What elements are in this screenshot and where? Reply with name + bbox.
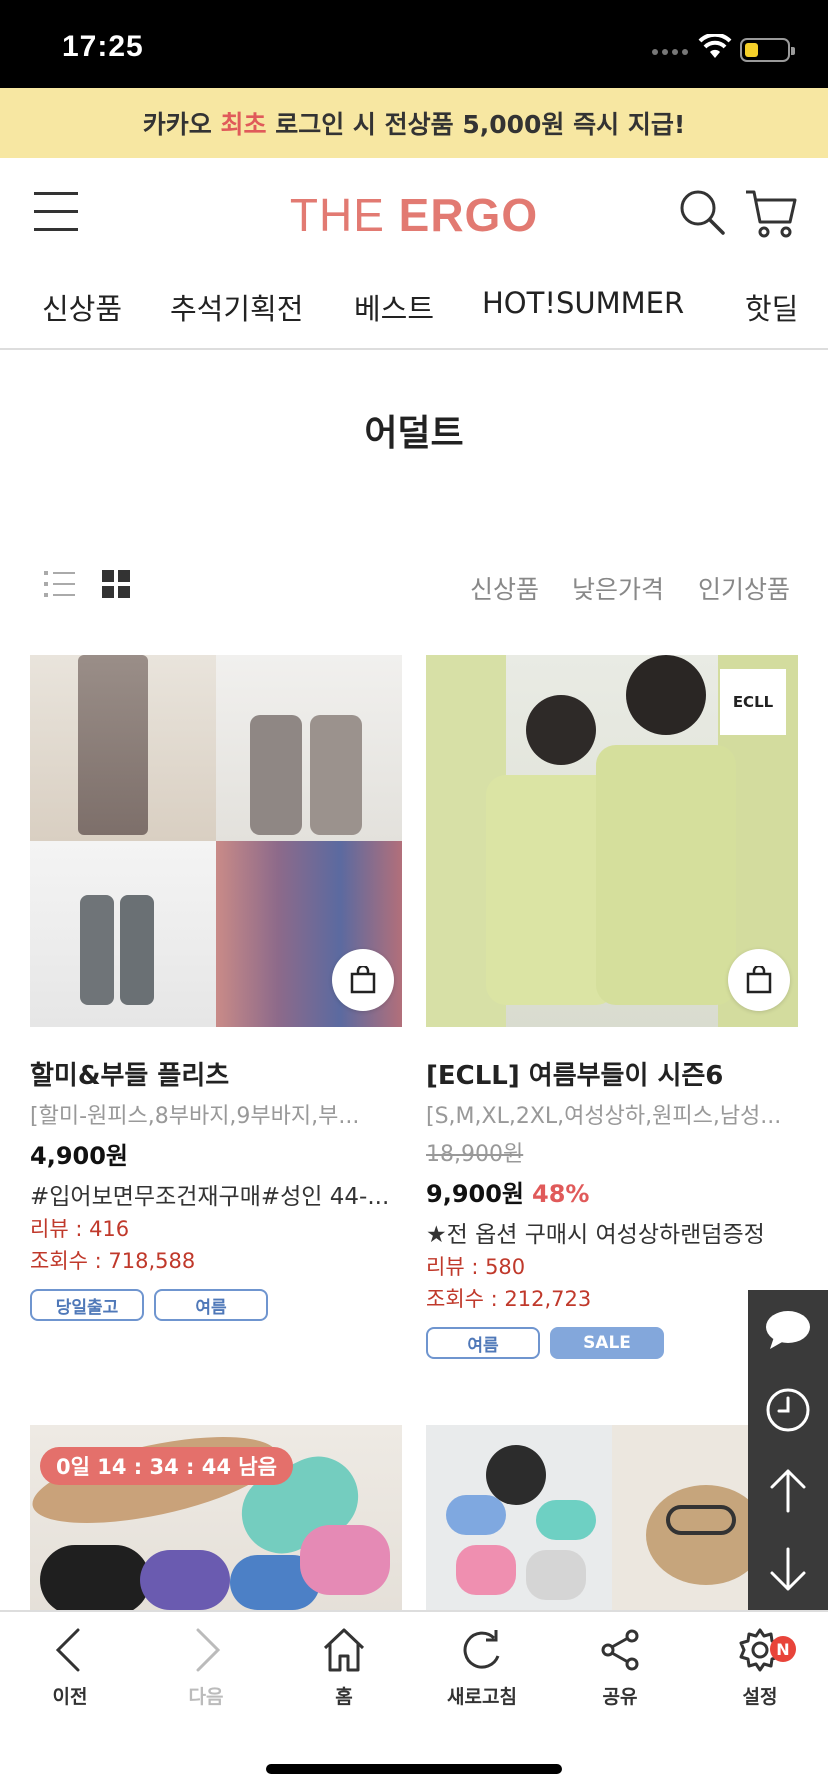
tag-sale: SALE	[550, 1327, 664, 1359]
tag-summer: 여름	[426, 1327, 540, 1359]
notification-badge: N	[770, 1636, 796, 1662]
product-image[interactable]: ECLL	[426, 655, 798, 1027]
list-view-icon[interactable]	[44, 570, 76, 598]
promo-highlight: 최초	[220, 110, 267, 139]
scroll-bottom-button[interactable]	[748, 1530, 828, 1610]
product-image[interactable]: 0일 14 : 34 : 44 남음	[30, 1425, 402, 1610]
list-toolbar: 신상품 낮은가격 인기상품	[0, 560, 828, 610]
product-card[interactable]: 0일 14 : 34 : 44 남음	[30, 1425, 402, 1610]
wifi-icon	[698, 34, 732, 58]
countdown-timer: 0일 14 : 34 : 44 남음	[40, 1447, 293, 1485]
product-description: #입어보면무조건재구매#성인 44-...	[30, 1184, 390, 1210]
brand-label: ECLL	[720, 669, 786, 735]
product-card[interactable]: ECLL [ECLL] 여름부들이 시즌6 [S,M,XL,2XL,여성상하,원…	[426, 655, 798, 1359]
forward-button[interactable]: 다음	[156, 1626, 256, 1709]
signal-icon	[652, 49, 688, 55]
promo-suffix: 로그인 시 전상품 5,000원 즉시 지급!	[266, 110, 686, 139]
chat-icon	[766, 1311, 810, 1349]
sort-lowest-price[interactable]: 낮은가격	[572, 570, 664, 606]
battery-icon	[740, 38, 795, 62]
price-value: 4,900원	[30, 1142, 128, 1170]
product-price: 4,900원	[30, 1136, 402, 1171]
promo-banner[interactable]: 카카오 최초 로그인 시 전상품 5,000원 즉시 지급!	[0, 88, 828, 158]
product-card[interactable]: 할미&부들 플리츠 [할미-원피스,8부바지,9부바지,부... 4,900원 …	[30, 655, 402, 1321]
cart-icon[interactable]	[744, 188, 798, 240]
product-name[interactable]: 할미&부들 플리츠	[30, 1055, 402, 1092]
logo-bold: ERGO	[398, 189, 539, 241]
price-value: 9,900원	[426, 1180, 524, 1208]
back-button[interactable]: 이전	[20, 1626, 120, 1709]
home-label: 홈	[335, 1686, 353, 1708]
arrow-up-icon	[770, 1469, 806, 1513]
nav-item-hotdeal[interactable]: 핫딜	[745, 286, 798, 328]
back-label: 이전	[52, 1686, 88, 1708]
home-indicator[interactable]	[266, 1764, 562, 1774]
floating-quick-menu	[748, 1290, 828, 1610]
product-image[interactable]	[426, 1425, 798, 1610]
refresh-button[interactable]: 새로고침	[432, 1626, 532, 1709]
promo-prefix: 카카오	[142, 110, 221, 139]
clock-icon	[766, 1388, 810, 1432]
clock: 17:25	[62, 30, 144, 63]
shopping-bag-icon	[350, 966, 376, 994]
review-count: 리뷰 : 416	[30, 1217, 130, 1241]
recent-history-button[interactable]	[748, 1370, 828, 1450]
page-title: 어덜트	[364, 413, 464, 454]
home-icon	[323, 1628, 365, 1672]
share-label: 공유	[602, 1686, 638, 1708]
chat-button[interactable]	[748, 1290, 828, 1370]
settings-button[interactable]: N 설정	[710, 1626, 810, 1709]
product-options: [S,M,XL,2XL,여성상하,원피스,남성...	[426, 1104, 782, 1129]
add-to-cart-button[interactable]	[728, 949, 790, 1011]
tag-list: 여름 SALE	[426, 1327, 798, 1359]
original-price: 18,900원	[426, 1142, 524, 1167]
category-nav: 신상품 추석기획전 베스트 HOT!SUMMER 핫딜	[0, 268, 828, 350]
product-image[interactable]	[30, 655, 402, 1027]
chevron-right-icon	[196, 1628, 221, 1672]
sort-popular[interactable]: 인기상품	[698, 570, 790, 606]
add-to-cart-button[interactable]	[332, 949, 394, 1011]
review-count: 리뷰 : 580	[426, 1255, 526, 1279]
refresh-label: 새로고침	[447, 1686, 517, 1708]
product-price: 9,900원 48%	[426, 1174, 798, 1209]
share-button[interactable]: 공유	[570, 1626, 670, 1709]
forward-label: 다음	[188, 1686, 224, 1708]
home-button[interactable]: 홈	[294, 1626, 394, 1709]
view-count: 조회수 : 212,723	[426, 1287, 592, 1311]
nav-item-best[interactable]: 베스트	[354, 286, 434, 328]
status-bar: 17:25	[0, 0, 828, 88]
grid-view-icon[interactable]	[102, 570, 130, 598]
header: THE ERGO	[0, 158, 828, 268]
shopping-bag-icon	[746, 966, 772, 994]
product-description: ★전 옵션 구매시 여성상하랜덤증정	[426, 1222, 765, 1248]
tag-same-day: 당일출고	[30, 1289, 144, 1321]
chevron-left-icon	[55, 1628, 80, 1672]
discount-rate: 48%	[532, 1180, 590, 1208]
product-options: [할미-원피스,8부바지,9부바지,부...	[30, 1104, 360, 1129]
tag-summer: 여름	[154, 1289, 268, 1321]
product-card[interactable]	[426, 1425, 798, 1610]
nav-item-hot-summer[interactable]: HOT!SUMMER	[482, 286, 684, 320]
nav-item-new[interactable]: 신상품	[42, 286, 122, 328]
sort-newest[interactable]: 신상품	[470, 570, 539, 606]
nav-item-chuseok[interactable]: 추석기획전	[170, 286, 303, 328]
share-icon	[601, 1629, 639, 1671]
logo-light: THE	[289, 189, 399, 241]
arrow-down-icon	[770, 1547, 806, 1591]
search-icon[interactable]	[678, 188, 726, 236]
settings-label: 설정	[742, 1686, 778, 1708]
tag-list: 당일출고 여름	[30, 1289, 402, 1321]
refresh-icon	[463, 1630, 500, 1669]
scroll-top-button[interactable]	[748, 1450, 828, 1530]
product-name[interactable]: [ECLL] 여름부들이 시즌6	[426, 1055, 798, 1092]
view-count: 조회수 : 718,588	[30, 1249, 196, 1273]
